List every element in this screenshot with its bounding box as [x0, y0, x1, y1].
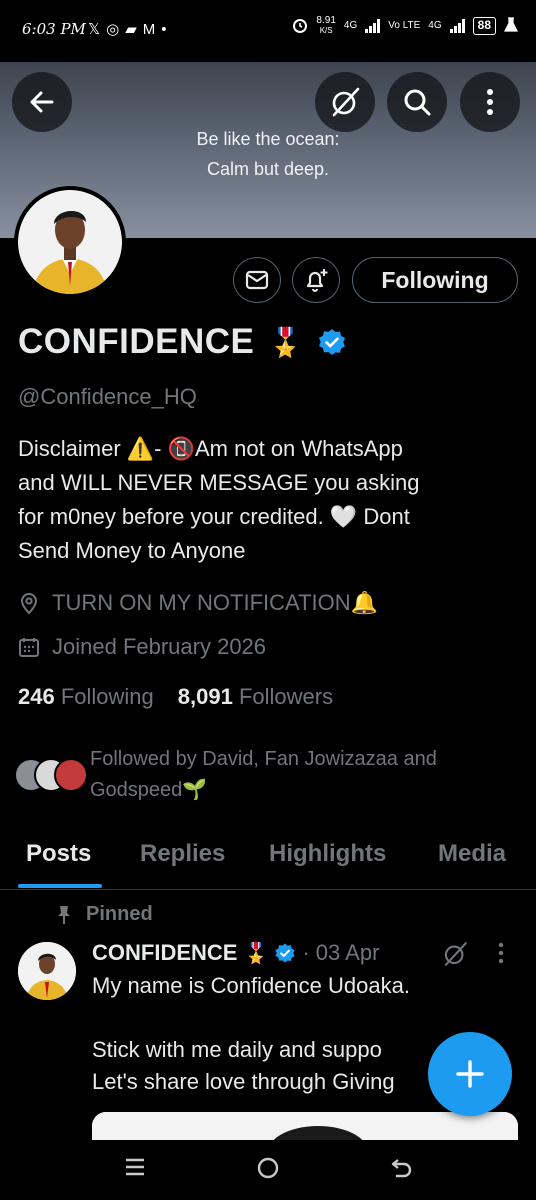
post-date: · 03 Apr: [302, 940, 380, 965]
post-line: [92, 1002, 512, 1034]
followers-label: Followers: [238, 684, 334, 709]
battery-icon: 88: [472, 17, 496, 35]
avatar-portrait: [18, 190, 122, 294]
chat-icon: ▰: [125, 21, 143, 38]
calendar-icon: [19, 638, 39, 657]
compose-post-button[interactable]: [428, 1032, 512, 1116]
network-b: Vo LTE: [388, 20, 421, 31]
verified-badge-icon: [319, 329, 346, 355]
grok-icon: [332, 87, 360, 117]
whatsapp-icon: ◎: [106, 21, 126, 38]
notify-button[interactable]: [292, 257, 340, 303]
followers-count: 8,091: [177, 684, 233, 709]
bio-line: Disclaimer ⚠️- 📵Am not on WhatsApp: [18, 436, 403, 461]
gmail-icon: M: [142, 21, 162, 38]
banner-line-2: Calm but deep.: [206, 159, 330, 179]
bio-line: Send Money to Anyone: [18, 538, 246, 563]
bio-line: and WILL NEVER MESSAGE you asking: [18, 470, 420, 495]
search-icon: [404, 89, 431, 116]
network-c: 4G: [428, 20, 442, 31]
verified-badge-icon: [275, 943, 295, 963]
profile-tabs: Posts Replies Highlights Media: [0, 830, 536, 890]
more-vertical-icon: [487, 89, 493, 115]
mutual-avatar: [54, 758, 88, 792]
profile-handle: @Confidence_HQ: [18, 384, 197, 409]
mutual-avatars: [14, 758, 88, 794]
status-time: 6:03 PM: [22, 20, 86, 38]
profile-location: TURN ON MY NOTIFICATION🔔: [18, 590, 378, 616]
grok-button[interactable]: [315, 72, 375, 132]
profile-joined: Joined February 2026: [18, 634, 266, 660]
back-button[interactable]: [12, 72, 72, 132]
more-options-button[interactable]: [460, 72, 520, 132]
signal-icon-b: [449, 19, 465, 33]
followed-by[interactable]: Followed by David, Fan Jowizazaa and God…: [14, 744, 510, 806]
net-speed: 8.91 K/S: [316, 16, 335, 36]
net-speed-value: 8.91: [316, 15, 336, 26]
notification-icons: 𝕏◎▰M•: [88, 20, 173, 38]
dot-icon: •: [161, 21, 173, 38]
profile-bio: Disclaimer ⚠️- 📵Am not on WhatsApp and W…: [18, 432, 518, 568]
post-grok-button[interactable]: [441, 940, 469, 973]
profile-avatar[interactable]: [14, 186, 126, 298]
system-nav-bar: [0, 1140, 536, 1200]
tab-posts[interactable]: Posts: [26, 840, 91, 868]
active-tab-indicator: [18, 884, 102, 888]
location-text: TURN ON MY NOTIFICATION🔔: [52, 590, 379, 615]
following-link[interactable]: 246 Following: [18, 684, 154, 710]
recent-apps-button[interactable]: [124, 1156, 146, 1183]
alarm-icon: [292, 17, 308, 36]
following-count: 246: [18, 684, 55, 709]
followers-link[interactable]: 8,091 Followers: [178, 684, 333, 710]
post-more-button[interactable]: [498, 942, 504, 969]
home-circle-icon: [257, 1157, 279, 1179]
status-right: 8.91 K/S 4G Vo LTE 4G 88: [292, 16, 518, 36]
mail-icon: [245, 270, 269, 290]
flask-icon: [504, 16, 518, 36]
signal-icon-a: [365, 19, 381, 33]
menu-lines-icon: [126, 1158, 144, 1176]
location-pin-icon: [20, 593, 38, 615]
tab-highlights[interactable]: Highlights: [269, 840, 386, 868]
system-back-button[interactable]: [390, 1156, 414, 1185]
tab-replies[interactable]: Replies: [140, 840, 225, 868]
post-avatar-portrait: [18, 942, 76, 1000]
plus-icon: [456, 1060, 484, 1088]
more-vertical-icon: [498, 942, 504, 964]
back-arrow-icon: [391, 1159, 412, 1178]
search-button[interactable]: [387, 72, 447, 132]
status-bar: 6:03 PM 𝕏◎▰M• 8.91 K/S 4G Vo LTE 4G 88: [0, 0, 536, 62]
pin-icon: [58, 905, 70, 924]
following-button[interactable]: Following: [352, 257, 518, 303]
display-name: CONFIDENCE: [18, 322, 255, 361]
profile-name-row: CONFIDENCE 🎖️: [18, 322, 347, 362]
bell-plus-icon: [306, 269, 328, 292]
banner-line-1: Be like the ocean:: [196, 129, 340, 149]
pinned-label: Pinned: [56, 903, 153, 926]
following-label: Following: [60, 684, 154, 709]
post-header: CONFIDENCE 🎖️ · 03 Apr: [92, 940, 379, 966]
arrow-left-icon: [30, 91, 54, 113]
medal-emoji: 🎖️: [268, 326, 304, 358]
banner-quote: Be like the ocean: Calm but deep.: [0, 124, 536, 184]
post-line: My name is Confidence Udoaka.: [92, 973, 410, 998]
post-author-name[interactable]: CONFIDENCE: [92, 940, 237, 966]
network-a: 4G: [343, 20, 358, 31]
bio-line: for m0ney before your credited. 🤍 Dont: [18, 504, 410, 529]
post-author-emoji: 🎖️: [243, 942, 269, 965]
message-button[interactable]: [233, 257, 281, 303]
grok-icon: [444, 942, 467, 966]
home-button[interactable]: [256, 1156, 280, 1185]
followed-by-text: Followed by David, Fan Jowizazaa and God…: [90, 748, 437, 801]
tab-media[interactable]: Media: [438, 840, 506, 868]
pinned-text: Pinned: [86, 903, 153, 925]
x-icon: 𝕏: [88, 21, 107, 38]
net-speed-unit: K/S: [319, 26, 333, 35]
joined-text: Joined February 2026: [52, 634, 267, 659]
follow-stats: 246 Following 8,091 Followers: [18, 684, 333, 710]
post-author-avatar[interactable]: [18, 942, 76, 1000]
